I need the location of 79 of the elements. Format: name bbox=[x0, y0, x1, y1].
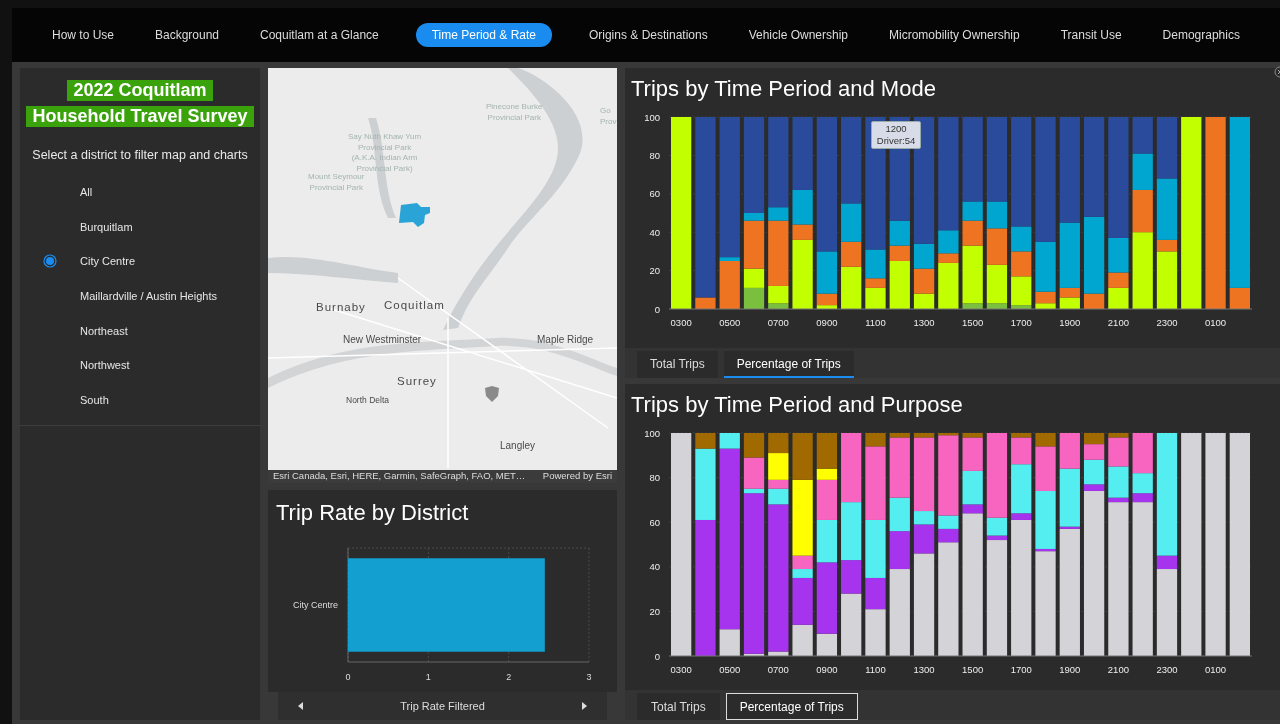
axis-tick-label: 1700 bbox=[1010, 317, 1032, 328]
district-option[interactable]: Northwest bbox=[80, 357, 130, 374]
attribution-text: Esri Canada, Esri, HERE, Garmin, SafeGraph, FAO, MET… bbox=[273, 469, 526, 484]
survey-title: Household Travel Survey bbox=[26, 106, 254, 127]
chart-tooltip: 1200 Driver:54 bbox=[870, 121, 922, 149]
axis-tick-label: 0 bbox=[654, 303, 660, 315]
axis-tick-label: 1100 bbox=[865, 664, 886, 675]
axis-tick-label: 0100 bbox=[1205, 317, 1227, 328]
map-label: Coquitlam bbox=[384, 298, 445, 313]
chart-tab[interactable]: Total Trips bbox=[637, 351, 718, 378]
district-option[interactable]: Burquitlam bbox=[80, 218, 133, 236]
chart-title: Trips by Time Period and Purpose bbox=[630, 391, 963, 419]
axis-tick-label: 0900 bbox=[816, 317, 838, 328]
chart-tab[interactable]: Percentage of Trips bbox=[725, 693, 858, 720]
map-label: Pinecone Burke Provincial Park bbox=[486, 102, 543, 123]
survey-title: 2022 Coquitlam bbox=[67, 80, 213, 101]
district-option[interactable]: City Centre bbox=[80, 253, 136, 270]
map-label: Mount Seymour Provincial Park bbox=[308, 172, 365, 193]
axis-tick-label: 80 bbox=[649, 472, 660, 484]
district-option[interactable]: All bbox=[80, 183, 93, 201]
axis-tick-label: 0700 bbox=[767, 664, 789, 675]
axis-tick-label: 1500 bbox=[962, 664, 984, 675]
instruction-text: Select a district to filter map and charts bbox=[31, 147, 249, 164]
axis-tick-label: 0900 bbox=[816, 664, 838, 675]
axis-tick-label: 0100 bbox=[1205, 664, 1227, 675]
chart-tab[interactable]: Percentage of Trips bbox=[723, 351, 854, 378]
axis-tick-label: 100 bbox=[644, 427, 660, 439]
chart-title: Trip Rate by District bbox=[275, 499, 470, 527]
map-label: Maple Ridge bbox=[537, 333, 594, 347]
axis-tick-label: 0 bbox=[345, 672, 351, 682]
axis-tick-label: 1100 bbox=[865, 317, 886, 328]
nav-tab[interactable]: Vehicle Ownership bbox=[744, 23, 853, 47]
powered-by-text: Powered by Esri bbox=[542, 469, 612, 484]
nav-tab[interactable]: Transit Use bbox=[1056, 23, 1126, 47]
axis-tick-label: 2100 bbox=[1107, 317, 1129, 328]
axis-tick-label: 0 bbox=[654, 650, 660, 662]
map-label: Surrey bbox=[397, 374, 437, 389]
axis-category-label: City Centre bbox=[293, 600, 338, 610]
axis-tick-label: 20 bbox=[649, 605, 660, 617]
axis-tick-label: 1 bbox=[425, 672, 431, 682]
nav-tab[interactable]: Coquitlam at a Glance bbox=[256, 23, 383, 47]
axis-tick-label: 2300 bbox=[1156, 317, 1178, 328]
chart-tab[interactable]: Total Trips bbox=[637, 693, 720, 720]
map-label: Burnaby bbox=[316, 300, 366, 315]
nav-tab[interactable]: Origins & Destinations bbox=[584, 23, 712, 47]
axis-tick-label: 100 bbox=[644, 111, 660, 123]
nav-tab[interactable]: How to Use bbox=[48, 23, 119, 47]
axis-tick-label: 60 bbox=[649, 516, 660, 528]
axis-tick-label: 2 bbox=[506, 672, 512, 682]
axis-tick-label: 1900 bbox=[1059, 664, 1081, 675]
axis-tick-label: 40 bbox=[649, 561, 660, 573]
chart-title: Trips by Time Period and Mode bbox=[630, 75, 936, 103]
axis-tick-label: 1700 bbox=[1010, 664, 1032, 675]
axis-tick-label: 80 bbox=[649, 149, 660, 161]
axis-tick-label: 1900 bbox=[1059, 317, 1081, 328]
axis-tick-label: 40 bbox=[649, 226, 660, 238]
nav-tab[interactable]: Background bbox=[151, 23, 224, 47]
axis-tick-label: 0500 bbox=[719, 317, 741, 328]
axis-tick-label: 2300 bbox=[1156, 664, 1178, 675]
axis-tick-label: 3 bbox=[586, 672, 592, 682]
axis-tick-label: 0300 bbox=[670, 317, 692, 328]
nav-tab[interactable]: Demographics bbox=[1158, 23, 1244, 47]
axis-tick-label: 1500 bbox=[962, 317, 984, 328]
map-label: New Westminster bbox=[343, 333, 422, 347]
axis-tick-label: 1300 bbox=[913, 664, 935, 675]
axis-tick-label: 0300 bbox=[670, 664, 692, 675]
map-label: North Delta bbox=[346, 394, 389, 407]
axis-tick-label: 2100 bbox=[1107, 664, 1129, 675]
axis-tick-label: 0500 bbox=[719, 664, 741, 675]
axis-tick-label: 20 bbox=[649, 265, 660, 277]
nav-tab[interactable]: Micromobility Ownership bbox=[885, 23, 1024, 47]
series-label: Trip Rate Filtered bbox=[400, 698, 485, 714]
axis-tick-label: 60 bbox=[649, 188, 660, 200]
district-option[interactable]: Northeast bbox=[80, 322, 128, 340]
axis-tick-label: 1300 bbox=[913, 317, 935, 328]
district-option[interactable]: South bbox=[80, 391, 109, 409]
district-option[interactable]: Maillardville / Austin Heights bbox=[80, 287, 217, 305]
axis-tick-label: 0700 bbox=[767, 317, 789, 328]
map-label: Langley bbox=[500, 439, 536, 453]
